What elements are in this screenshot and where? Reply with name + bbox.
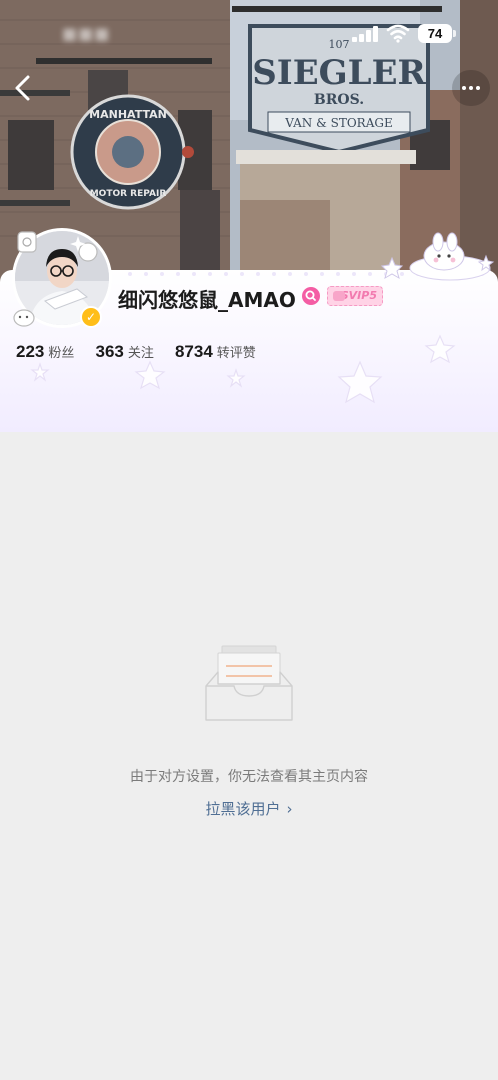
stat-followers-label: 粉丝 (48, 346, 75, 361)
vip-badge[interactable]: SVIP5 (327, 286, 383, 306)
chevron-left-icon (15, 75, 30, 101)
sign-left-line-1: MANHATTAN (89, 108, 167, 121)
stat-interactions[interactable]: 8734 转评赞 (175, 342, 256, 362)
magnifier-icon (305, 290, 316, 301)
empty-inbox-icon (205, 645, 293, 721)
stat-following[interactable]: 363 关注 (95, 342, 153, 362)
back-button[interactable] (6, 70, 42, 106)
wifi-icon (386, 24, 410, 43)
verified-badge-icon: ✓ (80, 306, 102, 328)
search-badge-icon[interactable] (302, 287, 320, 305)
status-bar: ■■■ 74 (0, 0, 498, 62)
status-time-blurred: ■■■ (62, 24, 111, 43)
bunny-sticker (380, 232, 495, 281)
stat-following-label: 关注 (127, 346, 154, 361)
empty-state-message: 由于对方设置，你无法查看其主页内容 (130, 769, 368, 785)
stat-interactions-label: 转评赞 (216, 346, 256, 361)
stat-followers[interactable]: 223 粉丝 (16, 342, 74, 362)
ellipsis-icon (462, 86, 466, 90)
more-button[interactable] (452, 70, 490, 106)
sign-left-line-2: MOTOR REPAIR (90, 189, 167, 199)
battery-cap (453, 30, 456, 37)
signal-icon (352, 26, 380, 42)
sign-right-subtitle: BROS. (314, 92, 364, 108)
battery-icon: 74 (418, 24, 452, 43)
block-user-link[interactable]: 拉黑该用户 › (0, 798, 498, 819)
block-user-label: 拉黑该用户 (205, 800, 281, 818)
profile-stats: 223 粉丝 363 关注 8734 转评赞 (16, 342, 272, 366)
stat-followers-value: 223 (16, 342, 45, 361)
chevron-right-icon: › (286, 800, 293, 818)
stat-interactions-value: 8734 (174, 342, 213, 361)
stat-following-value: 363 (95, 342, 124, 361)
username: 细闪悠悠鼠_AMAO (118, 288, 296, 312)
sign-right-tagline: VAN & STORAGE (284, 116, 392, 130)
